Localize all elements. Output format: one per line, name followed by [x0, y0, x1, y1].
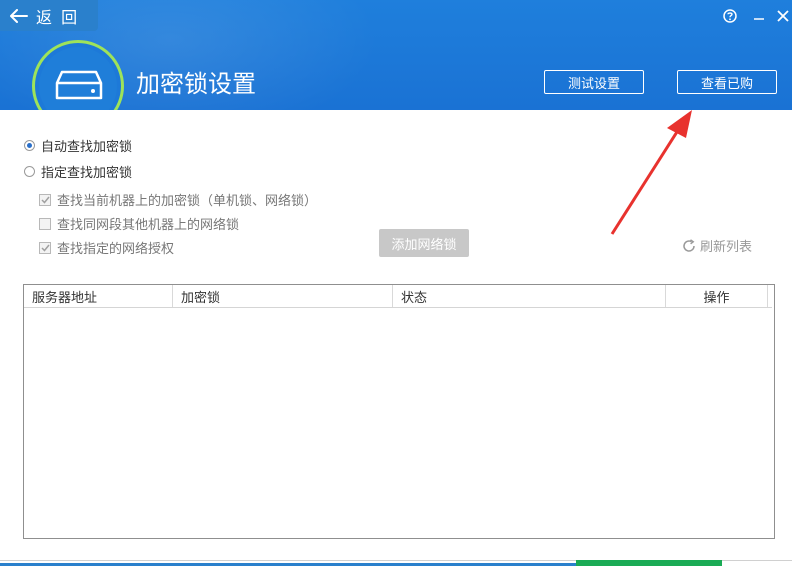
- minimize-icon[interactable]: [751, 8, 767, 24]
- back-button[interactable]: 返 回: [0, 0, 98, 31]
- add-network-lock-button: 添加网络锁: [379, 229, 469, 257]
- dongle-logo: [32, 40, 124, 110]
- table-header: 服务器地址 加密锁 状态 操作: [24, 285, 772, 308]
- refresh-label: 刷新列表: [700, 240, 753, 255]
- column-server-address[interactable]: 服务器地址: [24, 285, 173, 307]
- check-subnet-label: 查找同网段其他机器上的网络锁: [57, 218, 240, 233]
- column-operation[interactable]: 操作: [666, 285, 768, 307]
- check-specified-checkbox: [39, 241, 51, 254]
- bottom-bar-green: [576, 560, 722, 566]
- close-icon[interactable]: [775, 8, 791, 24]
- specify-find-option[interactable]: 指定查找加密锁: [24, 162, 132, 181]
- check-specified-label: 查找指定的网络授权: [57, 242, 175, 257]
- arrow-left-icon: [10, 8, 28, 23]
- check-subnet-option: 查找同网段其他机器上的网络锁: [39, 214, 239, 233]
- specify-find-label: 指定查找加密锁: [41, 166, 133, 181]
- test-settings-button[interactable]: 测试设置: [544, 70, 644, 94]
- refresh-list-button[interactable]: 刷新列表: [682, 236, 752, 255]
- auto-find-label: 自动查找加密锁: [41, 140, 133, 155]
- refresh-icon: [683, 238, 695, 252]
- column-dongle[interactable]: 加密锁: [173, 285, 393, 307]
- server-table: 服务器地址 加密锁 状态 操作: [23, 284, 775, 539]
- column-status[interactable]: 状态: [393, 285, 666, 307]
- page-title: 加密锁设置: [136, 70, 256, 98]
- check-subnet-checkbox: [39, 217, 51, 230]
- auto-find-radio[interactable]: [24, 140, 35, 151]
- auto-find-option[interactable]: 自动查找加密锁: [24, 136, 132, 155]
- view-purchased-button[interactable]: 查看已购: [677, 70, 777, 94]
- check-local-label: 查找当前机器上的加密锁（单机锁、网络锁）: [57, 194, 318, 209]
- help-icon[interactable]: [722, 8, 738, 24]
- back-label: 返 回: [36, 7, 80, 27]
- annotation-arrow: [610, 110, 692, 235]
- check-local-option: 查找当前机器上的加密锁（单机锁、网络锁）: [39, 190, 317, 209]
- specify-find-radio[interactable]: [24, 166, 35, 177]
- check-specified-option: 查找指定的网络授权: [39, 238, 174, 257]
- dongle-device-icon: [55, 70, 103, 100]
- header-bar: 返 回 加密锁设置 测试设置 查看已购: [0, 0, 792, 110]
- check-local-checkbox: [39, 193, 51, 206]
